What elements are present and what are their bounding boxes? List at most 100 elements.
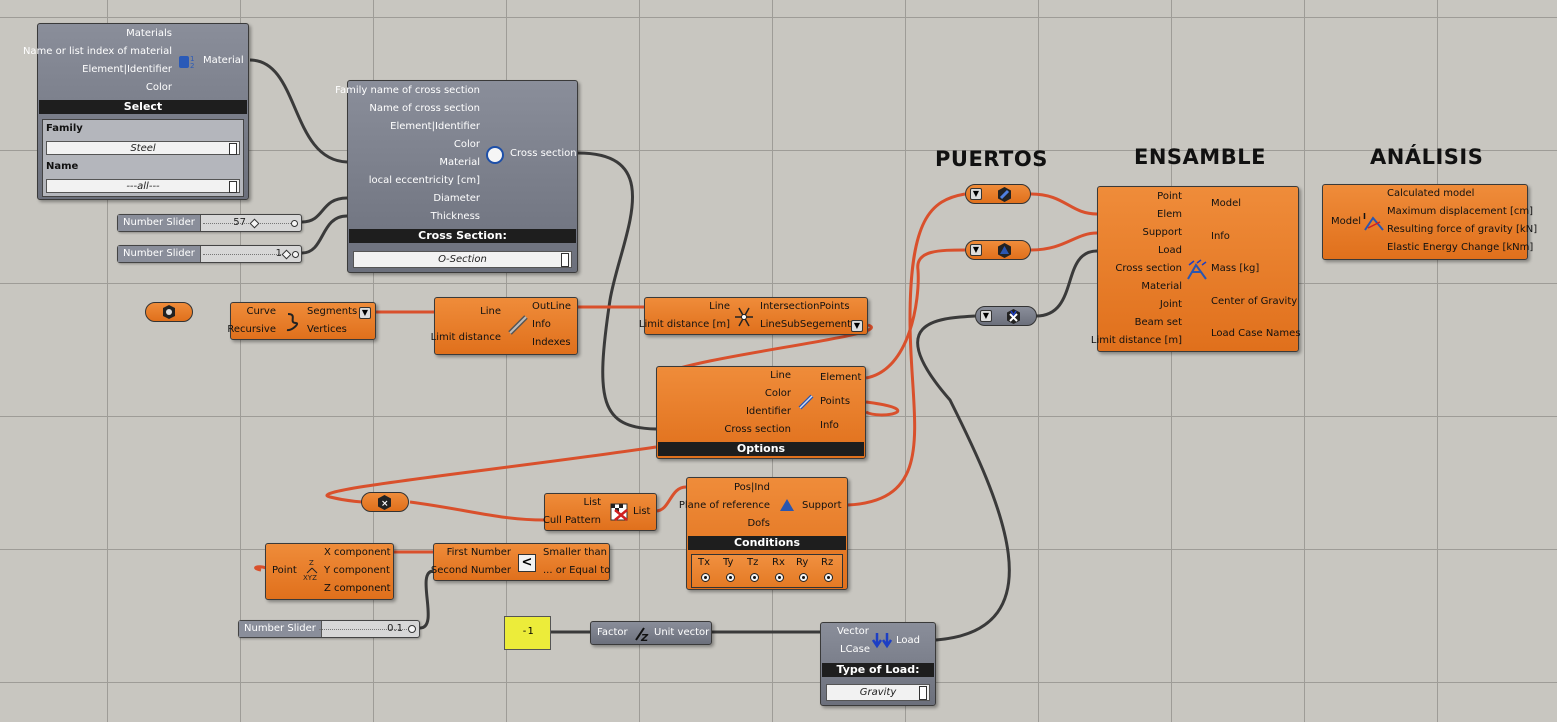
input-cs-material[interactable]: Material	[439, 157, 480, 169]
input-element-identifier[interactable]: Element|Identifier	[82, 64, 172, 76]
input-beam-line[interactable]: Line	[770, 370, 791, 382]
input-cs-color[interactable]: Color	[454, 139, 480, 151]
slider-1-track[interactable]	[203, 223, 291, 224]
dof-ty-toggle[interactable]	[726, 573, 735, 582]
load-param-capsule[interactable]: ▼	[975, 306, 1037, 326]
output-list[interactable]: List	[633, 506, 650, 518]
options-bar[interactable]: Options	[658, 442, 864, 456]
input-local-eccentricity[interactable]: local eccentricity [cm]	[369, 175, 480, 187]
input-second-number[interactable]: Second Number	[431, 565, 511, 577]
input-assemble-load[interactable]: Load	[1158, 245, 1182, 257]
material-node[interactable]: Materials Name or list index of material…	[23, 23, 249, 200]
dof-ry-toggle[interactable]	[799, 573, 808, 582]
analysis-node[interactable]: Model I Calculated model Maximum displac…	[1322, 184, 1537, 260]
output-mass[interactable]: Mass [kg]	[1211, 263, 1259, 275]
output-intersection-points[interactable]: IntersectionPoints	[760, 301, 850, 313]
output-model[interactable]: Model	[1211, 198, 1241, 210]
output-material[interactable]: Material	[203, 55, 244, 67]
cross-section-node[interactable]: Family name of cross section Name of cro…	[335, 80, 578, 273]
output-load-case-names[interactable]: Load Case Names	[1211, 328, 1301, 340]
input-beam-cross-section[interactable]: Cross section	[724, 424, 791, 436]
name-knob[interactable]	[229, 181, 237, 193]
unit-z-node[interactable]: Factor Z Unit vector	[590, 621, 712, 645]
number-slider-1[interactable]: Number Slider 57	[117, 214, 302, 232]
cross-section-knob[interactable]	[561, 253, 569, 267]
load-param-flatten-icon[interactable]: ▼	[980, 310, 992, 322]
output-force-of-gravity[interactable]: Resulting force of gravity [kN]	[1387, 224, 1537, 236]
load-node[interactable]: Vector LCase Load Type of Load: Gravity	[820, 622, 936, 706]
beam-node[interactable]: Line Color Identifier Cross section Elem…	[656, 366, 866, 459]
slider-1-grip[interactable]	[249, 218, 260, 229]
output-info[interactable]: Info	[532, 319, 551, 331]
input-plane-of-reference[interactable]: Plane of reference	[679, 500, 770, 512]
output-calculated-model[interactable]: Calculated model	[1387, 188, 1474, 200]
output-outline[interactable]: OutLine	[532, 301, 571, 313]
support-param-flatten-icon[interactable]: ▼	[970, 244, 982, 256]
output-support[interactable]: Support	[802, 500, 842, 512]
number-slider-3[interactable]: Number Slider 0.1	[238, 620, 420, 638]
input-assemble-material[interactable]: Material	[1141, 281, 1182, 293]
dof-rz-toggle[interactable]	[824, 573, 833, 582]
output-element[interactable]: Element	[820, 372, 861, 384]
subsegments-flatten-icon[interactable]: ▼	[851, 320, 863, 332]
input-beam-identifier[interactable]: Identifier	[746, 406, 791, 418]
line-line-node[interactable]: Line Limit distance [m] IntersectionPoin…	[639, 297, 868, 335]
input-point[interactable]: Point	[272, 565, 297, 577]
output-load[interactable]: Load	[896, 635, 920, 647]
slider-2-grip[interactable]	[281, 249, 292, 260]
output-cross-section[interactable]: Cross section	[510, 148, 577, 160]
input-pos-ind[interactable]: Pos|Ind	[734, 482, 770, 494]
output-center-of-gravity[interactable]: Center of Gravity	[1211, 296, 1297, 308]
dof-tz-toggle[interactable]	[750, 573, 759, 582]
input-dofs[interactable]: Dofs	[747, 518, 770, 530]
output-elastic-energy[interactable]: Elastic Energy Change [kNm]	[1387, 242, 1533, 254]
input-family-cross-section[interactable]: Family name of cross section	[335, 85, 480, 97]
output-y-component[interactable]: Y component	[324, 565, 390, 577]
explode-node[interactable]: Curve Recursive Segments ▼ Vertices	[227, 302, 376, 340]
load-type-dropdown[interactable]: Gravity	[826, 684, 930, 701]
output-indexes[interactable]: Indexes	[532, 337, 571, 349]
input-assemble-point[interactable]: Point	[1157, 191, 1182, 203]
input-assemble-cross-section[interactable]: Cross section	[1115, 263, 1182, 275]
output-smaller-than[interactable]: Smaller than	[543, 547, 607, 559]
input-list[interactable]: List	[584, 497, 601, 509]
input-diameter[interactable]: Diameter	[433, 193, 480, 205]
line-to-beam-node[interactable]: Line Limit distance OutLine Info Indexes	[431, 297, 578, 355]
value-panel[interactable]: -1	[504, 616, 551, 650]
output-x-component[interactable]: X component	[324, 547, 391, 559]
input-recursive[interactable]: Recursive	[227, 324, 276, 336]
input-curve[interactable]: Curve	[246, 306, 276, 318]
dof-tx-toggle[interactable]	[701, 573, 710, 582]
slider-1-output-grip[interactable]	[291, 220, 298, 227]
output-assemble-info[interactable]: Info	[1211, 231, 1230, 243]
input-name-cross-section[interactable]: Name of cross section	[369, 103, 480, 115]
input-thickness[interactable]: Thickness	[431, 211, 480, 223]
point-param-capsule[interactable]: ▼	[965, 184, 1031, 204]
number-slider-2[interactable]: Number Slider 1	[117, 245, 302, 263]
input-ll-limit-distance[interactable]: Limit distance [m]	[639, 319, 730, 331]
output-max-displacement[interactable]: Maximum displacement [cm]	[1387, 206, 1533, 218]
smaller-than-node[interactable]: First Number Second Number < Smaller tha…	[431, 543, 610, 581]
input-materials[interactable]: Materials	[126, 28, 172, 40]
input-elem[interactable]: Elem	[1157, 209, 1182, 221]
support-node[interactable]: Pos|Ind Plane of reference Dofs Support …	[679, 477, 848, 590]
output-unit-vector[interactable]: Unit vector	[654, 627, 709, 639]
pattern-param-capsule[interactable]: ×	[361, 492, 409, 512]
input-vector[interactable]: Vector	[837, 626, 869, 638]
output-points[interactable]: Points	[820, 396, 850, 408]
input-limit-distance[interactable]: Limit distance	[431, 332, 501, 344]
dof-rx-toggle[interactable]	[775, 573, 784, 582]
input-cs-element-identifier[interactable]: Element|Identifier	[390, 121, 480, 133]
support-param-capsule[interactable]: ▼	[965, 240, 1031, 260]
name-dropdown[interactable]: ---all---	[46, 179, 240, 193]
input-color[interactable]: Color	[146, 82, 172, 94]
output-line-subsegements[interactable]: LineSubSegements	[760, 319, 856, 331]
curve-param-capsule[interactable]	[145, 302, 193, 322]
output-vertices[interactable]: Vertices	[307, 324, 347, 336]
input-assemble-support[interactable]: Support	[1142, 227, 1182, 239]
slider-3-grip[interactable]	[408, 625, 416, 633]
output-z-component[interactable]: Z component	[324, 583, 391, 595]
input-material-name[interactable]: Name or list index of material	[23, 46, 172, 58]
input-analysis-model[interactable]: Model	[1331, 216, 1361, 228]
assemble-model-node[interactable]: Point Elem Support Load Cross section Ma…	[1091, 186, 1301, 352]
